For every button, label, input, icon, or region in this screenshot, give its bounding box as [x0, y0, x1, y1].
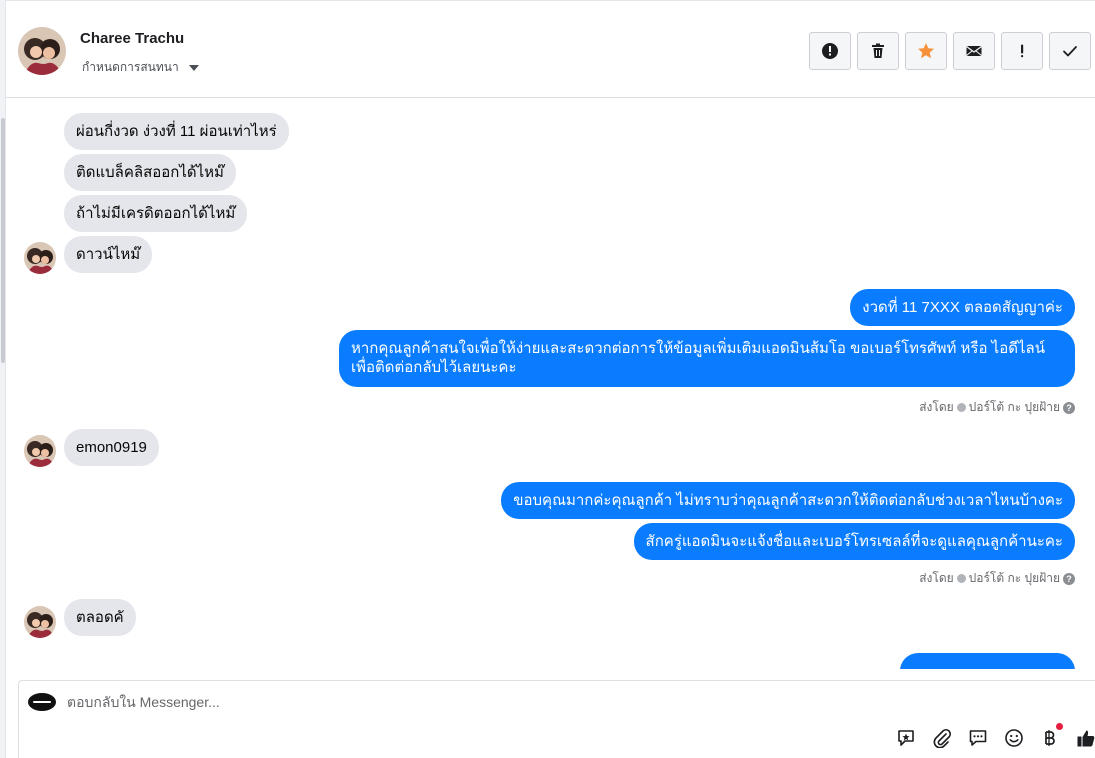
- envelope-icon: [966, 45, 982, 56]
- attach-button[interactable]: [931, 727, 953, 749]
- like-button[interactable]: [1075, 727, 1095, 749]
- outgoing-message-partial[interactable]: [900, 653, 1075, 669]
- reply-composer: [18, 680, 1095, 758]
- sent-by-prefix: ส่งโดย: [919, 571, 954, 585]
- quick-reply-button[interactable]: [967, 727, 989, 749]
- paperclip-icon: [933, 728, 952, 748]
- baht-icon: [1045, 730, 1055, 746]
- emoji-icon: [1005, 729, 1023, 747]
- exclamation-icon: [1021, 44, 1024, 58]
- outgoing-message[interactable]: หากคุณลูกค้าสนใจเพื่อให้ง่ายและสะดวกต่อก…: [339, 330, 1075, 387]
- message-row: emon0919: [64, 429, 159, 466]
- incoming-message[interactable]: emon0919: [64, 429, 159, 466]
- contact-avatar-small: [24, 606, 56, 638]
- contact-avatar-small: [24, 242, 56, 274]
- outgoing-message[interactable]: งวดที่ 11 7XXX ตลอดสัญญาค่ะ: [850, 289, 1075, 326]
- message-row: ติดแบล็คลิสออกได้ไหม๊: [64, 154, 236, 191]
- star-button[interactable]: [905, 32, 947, 70]
- page-logo-icon: [28, 693, 56, 711]
- sent-by-label: ส่งโดย ปอร์โต้ กะ ปุยฝ้าย ?: [919, 569, 1075, 588]
- question-icon[interactable]: ?: [1063, 401, 1075, 414]
- message-row: สักครู่แอดมินจะแจ้งชื่อและเบอร์โทรเซลล์ท…: [633, 523, 1075, 560]
- incoming-message[interactable]: ตลอดคั: [64, 599, 136, 636]
- chat-bubble-icon: [969, 730, 987, 746]
- delete-button[interactable]: [857, 32, 899, 70]
- sent-by-agent[interactable]: ปอร์โต้ กะ ปุยฝ้าย: [969, 569, 1060, 588]
- agent-dot-icon: [956, 403, 966, 412]
- thumbs-up-icon: [1077, 730, 1095, 747]
- incoming-message[interactable]: ดาวน์ไหม๊: [64, 236, 153, 273]
- message-row: ผ่อนกี่งวด ง่วงที่ 11 ผ่อนเท่าไหร่: [64, 113, 289, 150]
- message-row: ขอบคุณมากค่ะคุณลูกค้า ไม่ทราบว่าคุณลูกค้…: [501, 482, 1075, 519]
- star-icon: [918, 43, 934, 59]
- caret-down-icon: [188, 64, 199, 71]
- sent-by-label: ส่งโดย ปอร์โต้ กะ ปุยฝ้าย ?: [919, 398, 1075, 417]
- agent-dot-icon: [956, 574, 966, 583]
- reply-input[interactable]: [67, 694, 967, 710]
- spam-button[interactable]: [809, 32, 851, 70]
- left-scrollbar[interactable]: [1, 118, 5, 363]
- message-row: งวดที่ 11 7XXX ตลอดสัญญาค่ะ: [850, 289, 1075, 326]
- incoming-message[interactable]: ผ่อนกี่งวด ง่วงที่ 11 ผ่อนเท่าไหร่: [64, 113, 289, 150]
- conversation-header: Charee Trachu กำหนดการสนทนา: [6, 0, 1095, 98]
- mark-done-button[interactable]: [1049, 32, 1091, 70]
- question-icon[interactable]: ?: [1063, 572, 1075, 585]
- assign-conversation-dropdown[interactable]: กำหนดการสนทนา: [82, 58, 199, 77]
- notification-dot: [1056, 723, 1063, 730]
- mark-unread-button[interactable]: [953, 32, 995, 70]
- assign-conversation-label: กำหนดการสนทนา: [82, 60, 179, 74]
- message-row: ตลอดคั: [64, 599, 136, 636]
- follow-up-button[interactable]: [1001, 32, 1043, 70]
- composer-tools: [895, 723, 1095, 749]
- message-thread[interactable]: ผ่อนกี่งวด ง่วงที่ 11 ผ่อนเท่าไหร่ ติดแบ…: [6, 99, 1095, 669]
- trash-icon: [872, 43, 884, 58]
- checkmark-icon: [1063, 46, 1077, 57]
- alert-circle-icon: [822, 43, 838, 59]
- emoji-button[interactable]: [1003, 727, 1025, 749]
- incoming-message[interactable]: ถ้าไม่มีเครดิตออกได้ไหม๊: [64, 195, 248, 232]
- message-row: ถ้าไม่มีเครดิตออกได้ไหม๊: [64, 195, 248, 232]
- sent-by-prefix: ส่งโดย: [919, 400, 954, 414]
- contact-name: Charee Trachu: [80, 30, 185, 47]
- outgoing-message[interactable]: ขอบคุณมากค่ะคุณลูกค้า ไม่ทราบว่าคุณลูกค้…: [501, 482, 1075, 519]
- sent-by-agent[interactable]: ปอร์โต้ กะ ปุยฝ้าย: [969, 398, 1060, 417]
- payment-button[interactable]: [1039, 723, 1063, 749]
- conversation-toolbar: [809, 32, 1091, 70]
- saved-reply-icon: [898, 730, 914, 746]
- outgoing-message[interactable]: สักครู่แอดมินจะแจ้งชื่อและเบอร์โทรเซลล์ท…: [633, 523, 1075, 560]
- message-row: หากคุณลูกค้าสนใจเพื่อให้ง่ายและสะดวกต่อก…: [339, 330, 1075, 387]
- contact-avatar-small: [24, 435, 56, 467]
- incoming-message[interactable]: ติดแบล็คลิสออกได้ไหม๊: [64, 154, 236, 191]
- contact-avatar[interactable]: [18, 27, 66, 75]
- saved-reply-button[interactable]: [895, 727, 917, 749]
- message-row: ดาวน์ไหม๊: [64, 236, 153, 273]
